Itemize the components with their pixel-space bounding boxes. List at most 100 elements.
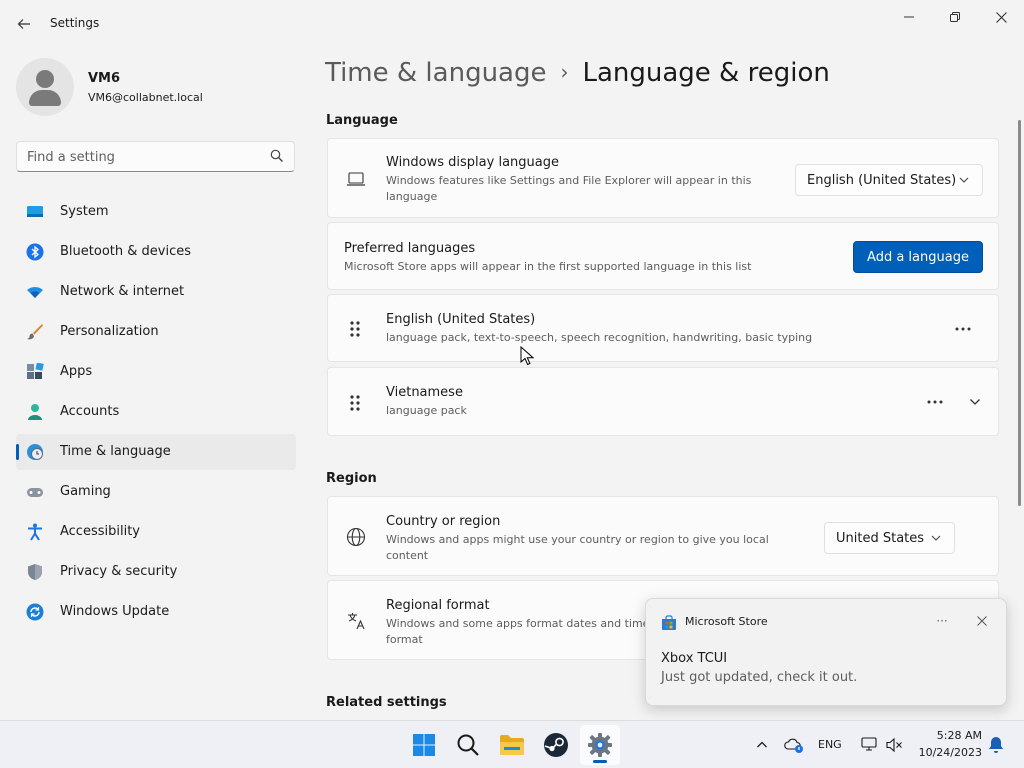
steam-button[interactable] — [536, 725, 576, 765]
brush-icon — [27, 324, 43, 340]
sidebar-item-personalization[interactable]: Personalization — [16, 314, 296, 350]
country-region-value: United States — [836, 530, 925, 546]
microsoft-store-icon — [662, 615, 676, 630]
toast-notification[interactable]: Microsoft Store ··· Xbox TCUI Just got u… — [645, 598, 1007, 706]
language-name: Vietnamese — [386, 385, 463, 400]
language-more-button[interactable] — [921, 388, 949, 416]
country-region-card: Country or region Windows and apps might… — [327, 496, 999, 576]
start-button[interactable] — [404, 725, 444, 765]
system-icon — [27, 206, 43, 217]
related-settings-title: Related settings — [326, 695, 447, 710]
close-button[interactable] — [978, 4, 1024, 30]
laptop-icon — [347, 172, 365, 186]
scrollbar[interactable] — [1018, 120, 1021, 506]
sidebar-nav: System Bluetooth & devices Network & int… — [16, 194, 296, 634]
search-box[interactable] — [16, 141, 295, 172]
restore-button[interactable] — [932, 4, 978, 30]
display-language-subtitle-1: Windows features like Settings and File … — [386, 174, 752, 187]
language-item-vietnamese[interactable]: Vietnamese language pack — [327, 367, 999, 436]
settings-taskbar-button[interactable] — [580, 725, 620, 765]
accessibility-icon — [28, 523, 42, 541]
sidebar-item-label: Gaming — [60, 484, 111, 499]
sidebar-item-accounts[interactable]: Accounts — [16, 394, 296, 430]
volume-tray-button[interactable] — [884, 735, 904, 755]
regional-format-title: Regional format — [386, 598, 490, 613]
show-hidden-icons-button[interactable] — [752, 735, 772, 755]
sidebar-item-label: Apps — [60, 364, 93, 379]
sidebar-item-apps[interactable]: Apps — [16, 354, 296, 390]
windows-start-icon — [413, 734, 435, 756]
preferred-languages-subtitle: Microsoft Store apps will appear in the … — [344, 260, 752, 273]
sidebar-item-label: Accessibility — [60, 524, 140, 539]
sidebar-item-windows-update[interactable]: Windows Update — [16, 594, 296, 630]
sidebar-item-system[interactable]: System — [16, 194, 296, 230]
windows-update-icon — [26, 603, 44, 621]
toast-close-button[interactable] — [968, 609, 996, 633]
add-language-button[interactable]: Add a language — [853, 241, 983, 273]
display-language-value: English (United States) — [807, 172, 957, 188]
gamepad-icon — [27, 488, 43, 497]
drag-handle-icon[interactable] — [348, 319, 362, 339]
taskbar: ENG 5:28 AM 10/24/2023 — [0, 720, 1024, 768]
toast-more-button[interactable]: ··· — [928, 609, 956, 633]
back-button[interactable] — [12, 10, 36, 38]
toast-body: Just got updated, check it out. — [661, 670, 858, 685]
preferred-languages-title: Preferred languages — [344, 241, 476, 256]
onedrive-sync-icon — [784, 738, 803, 753]
back-arrow-icon — [17, 19, 30, 29]
language-item-english[interactable]: English (United States) language pack, t… — [327, 294, 999, 362]
time-language-icon — [27, 444, 43, 460]
notifications-button[interactable] — [986, 735, 1006, 755]
user-profile[interactable]: VM6 VM6@collabnet.local — [16, 58, 296, 118]
sidebar-item-time-language[interactable]: Time & language — [16, 434, 296, 470]
minimize-button[interactable] — [886, 4, 932, 30]
globe-icon — [346, 527, 366, 547]
search-input[interactable] — [27, 148, 257, 166]
input-language-indicator[interactable]: ENG — [818, 738, 842, 751]
sidebar-item-privacy[interactable]: Privacy & security — [16, 554, 296, 590]
onedrive-tray-button[interactable] — [784, 735, 804, 755]
country-region-subtitle-2: content — [386, 549, 429, 562]
sidebar-item-gaming[interactable]: Gaming — [16, 474, 296, 510]
network-icon — [861, 737, 877, 751]
country-region-subtitle-1: Windows and apps might use your country … — [386, 533, 769, 546]
sidebar-item-bluetooth[interactable]: Bluetooth & devices — [16, 234, 296, 270]
network-tray-button[interactable] — [860, 735, 880, 755]
language-features: language pack, text-to-speech, speech re… — [386, 331, 813, 344]
language-features: language pack — [386, 404, 467, 417]
language-more-button[interactable] — [949, 315, 977, 343]
display-language-dropdown[interactable]: English (United States) — [795, 164, 983, 196]
sidebar-item-network[interactable]: Network & internet — [16, 274, 296, 310]
chevron-down-icon — [959, 177, 969, 183]
country-region-dropdown[interactable]: United States — [824, 522, 955, 554]
regional-format-subtitle-2: format — [386, 633, 423, 646]
restore-icon — [950, 12, 960, 22]
regional-format-icon — [348, 613, 365, 630]
file-explorer-button[interactable] — [492, 725, 532, 765]
bluetooth-icon — [26, 243, 44, 261]
file-explorer-icon — [500, 735, 524, 755]
sidebar-item-label: System — [60, 204, 109, 219]
title-bar: Settings — [0, 0, 1024, 48]
apps-icon — [27, 363, 44, 379]
chevron-down-icon — [970, 399, 980, 405]
display-language-card: Windows display language Windows feature… — [327, 138, 999, 218]
sidebar-item-label: Network & internet — [60, 284, 185, 299]
country-region-title: Country or region — [386, 514, 501, 529]
clock-date[interactable]: 10/24/2023 — [912, 746, 982, 759]
page-title: Language & region — [582, 58, 830, 88]
sidebar-item-label: Accounts — [60, 404, 120, 419]
clock-time[interactable]: 5:28 AM — [920, 729, 982, 742]
search-icon — [457, 734, 479, 756]
display-language-subtitle-2: language — [386, 190, 438, 203]
breadcrumb-parent[interactable]: Time & language — [325, 58, 546, 88]
drag-handle-icon[interactable] — [348, 393, 362, 413]
more-icon — [955, 327, 971, 331]
toast-title: Xbox TCUI — [661, 651, 728, 666]
more-icon — [927, 400, 943, 404]
taskbar-search-button[interactable] — [448, 725, 488, 765]
sidebar-item-accessibility[interactable]: Accessibility — [16, 514, 296, 550]
expand-button[interactable] — [961, 388, 989, 416]
close-icon — [977, 616, 987, 626]
shield-icon — [28, 564, 42, 580]
